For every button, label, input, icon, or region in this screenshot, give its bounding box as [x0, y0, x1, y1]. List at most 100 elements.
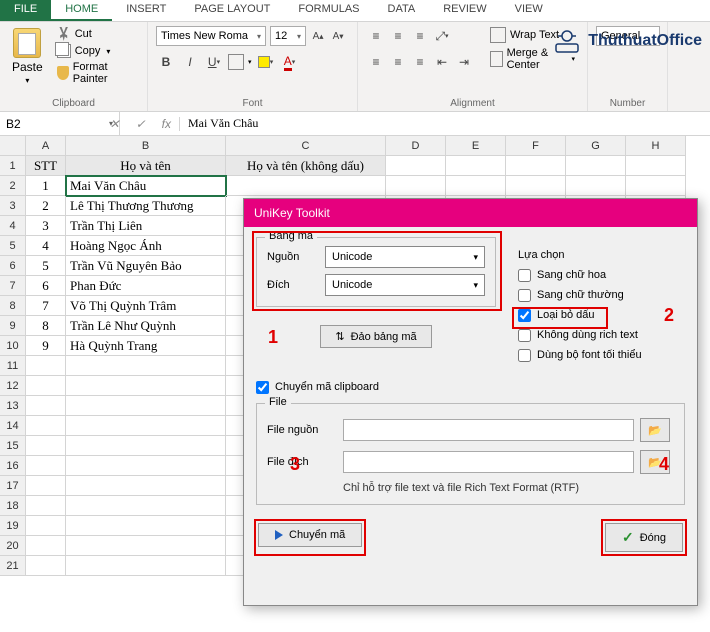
cell-A5[interactable]: 4 — [26, 236, 66, 256]
dich-select[interactable]: Unicode▾ — [325, 274, 485, 296]
cell-A19[interactable] — [26, 516, 66, 536]
font-size-combo[interactable]: 12▾ — [270, 26, 306, 46]
row-header-17[interactable]: 17 — [0, 476, 26, 496]
align-center-button[interactable]: ≡ — [388, 52, 408, 72]
cell-B9[interactable]: Trần Lê Như Quỳnh — [66, 316, 226, 336]
clipboard-checkbox[interactable] — [256, 381, 269, 394]
tab-data[interactable]: DATA — [374, 0, 430, 21]
underline-button[interactable]: U▾ — [204, 52, 224, 72]
cell-A4[interactable]: 3 — [26, 216, 66, 236]
font-color-button[interactable]: A▾ — [280, 52, 300, 72]
align-left-button[interactable]: ≡ — [366, 52, 386, 72]
tab-home[interactable]: HOME — [51, 0, 112, 21]
fx-button[interactable]: ✕✓fx — [120, 117, 180, 131]
cell-B11[interactable] — [66, 356, 226, 376]
row-header-12[interactable]: 12 — [0, 376, 26, 396]
fill-color-button[interactable]: ▾ — [256, 52, 276, 72]
row-header-6[interactable]: 6 — [0, 256, 26, 276]
nguon-select[interactable]: Unicode▾ — [325, 246, 485, 268]
row-header-10[interactable]: 10 — [0, 336, 26, 356]
cell-A17[interactable] — [26, 476, 66, 496]
row-header-20[interactable]: 20 — [0, 536, 26, 556]
cell-B8[interactable]: Võ Thị Quỳnh Trâm — [66, 296, 226, 316]
option-4-checkbox[interactable] — [518, 349, 531, 362]
cell-B14[interactable] — [66, 416, 226, 436]
cell-B2[interactable]: Mai Văn Châu — [66, 176, 226, 196]
tab-page-layout[interactable]: PAGE LAYOUT — [180, 0, 284, 21]
browse-nguon-button[interactable]: 📂 — [640, 418, 670, 442]
option-0[interactable]: Sang chữ hoa — [518, 265, 688, 285]
cell-G2[interactable] — [566, 176, 626, 196]
cell-B20[interactable] — [66, 536, 226, 556]
row-header-11[interactable]: 11 — [0, 356, 26, 376]
dao-bang-ma-button[interactable]: ⇅Đảo bảng mã — [320, 325, 431, 348]
cell-G1[interactable] — [566, 156, 626, 176]
cell-B15[interactable] — [66, 436, 226, 456]
col-header-D[interactable]: D — [386, 136, 446, 156]
cell-A21[interactable] — [26, 556, 66, 576]
cell-A2[interactable]: 1 — [26, 176, 66, 196]
row-header-2[interactable]: 2 — [0, 176, 26, 196]
option-4[interactable]: Dùng bộ font tối thiểu — [518, 345, 688, 365]
cell-B17[interactable] — [66, 476, 226, 496]
cell-B3[interactable]: Lê Thị Thương Thương — [66, 196, 226, 216]
row-header-15[interactable]: 15 — [0, 436, 26, 456]
paste-button[interactable]: Paste ▾ — [8, 26, 47, 87]
col-header-F[interactable]: F — [506, 136, 566, 156]
row-header-4[interactable]: 4 — [0, 216, 26, 236]
cell-A20[interactable] — [26, 536, 66, 556]
cell-B13[interactable] — [66, 396, 226, 416]
cell-B21[interactable] — [66, 556, 226, 576]
row-header-5[interactable]: 5 — [0, 236, 26, 256]
cell-A15[interactable] — [26, 436, 66, 456]
tab-file[interactable]: FILE — [0, 0, 51, 21]
col-header-B[interactable]: B — [66, 136, 226, 156]
cell-H1[interactable] — [626, 156, 686, 176]
tab-insert[interactable]: INSERT — [112, 0, 180, 21]
cell-D1[interactable] — [386, 156, 446, 176]
row-header-16[interactable]: 16 — [0, 456, 26, 476]
convert-button[interactable]: Chuyển mã — [258, 523, 362, 547]
formula-input[interactable]: Mai Văn Châu — [180, 116, 266, 131]
cell-A9[interactable]: 8 — [26, 316, 66, 336]
cell-A6[interactable]: 5 — [26, 256, 66, 276]
cell-A18[interactable] — [26, 496, 66, 516]
cell-H2[interactable] — [626, 176, 686, 196]
close-button[interactable]: ✓Đóng — [605, 523, 683, 552]
name-box[interactable]: B2▾ — [0, 112, 120, 135]
cell-F2[interactable] — [506, 176, 566, 196]
align-right-button[interactable]: ≡ — [410, 52, 430, 72]
increase-font-button[interactable]: A▴ — [310, 26, 326, 46]
chk-clipboard[interactable]: Chuyển mã clipboard — [256, 377, 685, 397]
align-bottom-button[interactable]: ≡ — [410, 26, 430, 46]
cell-C2[interactable] — [226, 176, 386, 196]
select-all-corner[interactable] — [0, 136, 26, 156]
cell-A13[interactable] — [26, 396, 66, 416]
col-header-G[interactable]: G — [566, 136, 626, 156]
cell-B6[interactable]: Trần Vũ Nguyên Bảo — [66, 256, 226, 276]
col-header-C[interactable]: C — [226, 136, 386, 156]
option-1[interactable]: Sang chữ thường — [518, 285, 688, 305]
cell-B12[interactable] — [66, 376, 226, 396]
cell-A3[interactable]: 2 — [26, 196, 66, 216]
cell-E1[interactable] — [446, 156, 506, 176]
option-3-checkbox[interactable] — [518, 329, 531, 342]
cell-D2[interactable] — [386, 176, 446, 196]
row-header-7[interactable]: 7 — [0, 276, 26, 296]
row-header-8[interactable]: 8 — [0, 296, 26, 316]
cell-B5[interactable]: Hoàng Ngọc Ánh — [66, 236, 226, 256]
format-painter-button[interactable]: Format Painter — [53, 60, 139, 86]
cell-B18[interactable] — [66, 496, 226, 516]
border-button[interactable] — [228, 54, 244, 70]
option-2[interactable]: Loại bỏ dấu — [518, 305, 688, 325]
cell-B16[interactable] — [66, 456, 226, 476]
file-nguon-input[interactable] — [343, 419, 634, 441]
cell-C1[interactable]: Họ và tên (không dấu) — [226, 156, 386, 176]
cell-A11[interactable] — [26, 356, 66, 376]
tab-formulas[interactable]: FORMULAS — [284, 0, 373, 21]
font-name-combo[interactable]: Times New Roma▾ — [156, 26, 266, 46]
row-header-9[interactable]: 9 — [0, 316, 26, 336]
cell-A8[interactable]: 7 — [26, 296, 66, 316]
col-header-H[interactable]: H — [626, 136, 686, 156]
align-middle-button[interactable]: ≡ — [388, 26, 408, 46]
